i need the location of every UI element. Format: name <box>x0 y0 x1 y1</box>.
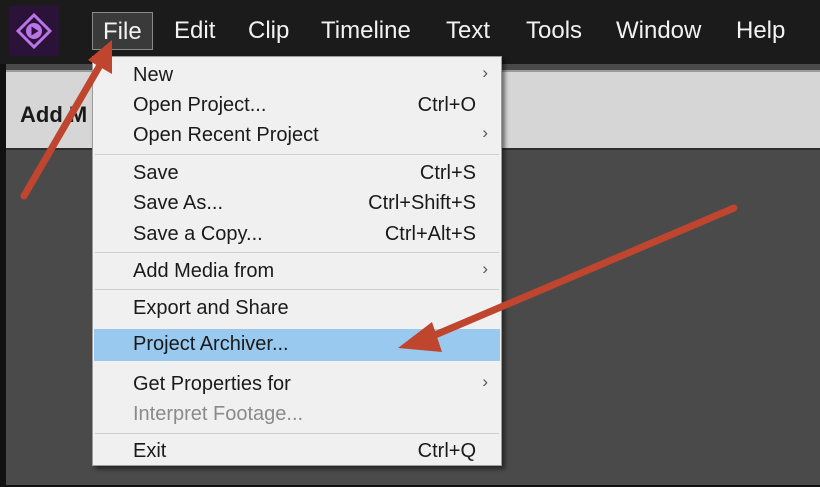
submenu-arrow-icon: › <box>482 123 488 142</box>
submenu-arrow-icon: › <box>482 372 488 391</box>
submenu-arrow-icon: › <box>482 63 488 82</box>
menu-help[interactable]: Help <box>726 12 795 50</box>
menu-item-get-properties-for[interactable]: Get Properties for › <box>94 369 500 399</box>
file-menu-dropdown: New › Open Project... Ctrl+O Open Recent… <box>92 56 502 466</box>
menu-item-shortcut: Ctrl+Alt+S <box>384 223 476 245</box>
menu-item-label: Save As... <box>133 192 224 214</box>
menu-item-label: Save a Copy... <box>133 223 263 245</box>
menu-item-export-and-share[interactable]: Export and Share <box>94 293 500 323</box>
menu-item-new[interactable]: New › <box>94 60 500 90</box>
panel-title: Add M <box>20 102 88 127</box>
menu-separator <box>95 433 499 434</box>
menu-item-label: Open Project... <box>133 94 267 116</box>
menu-item-label: Exit <box>133 440 167 462</box>
menu-item-label: Interpret Footage... <box>133 403 304 425</box>
menu-separator <box>95 289 499 290</box>
menu-item-label: Project Archiver... <box>133 333 289 355</box>
menu-window[interactable]: Window <box>606 12 711 50</box>
menu-item-label: Add Media from <box>133 260 275 282</box>
menu-clip[interactable]: Clip <box>238 12 299 50</box>
menu-item-shortcut: Ctrl+Shift+S <box>368 192 476 214</box>
menu-item-label: Export and Share <box>133 297 289 319</box>
menu-item-save-a-copy[interactable]: Save a Copy... Ctrl+Alt+S <box>94 219 500 249</box>
menu-edit[interactable]: Edit <box>164 12 225 50</box>
menu-item-open-project[interactable]: Open Project... Ctrl+O <box>94 90 500 120</box>
menu-item-shortcut: Ctrl+Q <box>417 440 476 462</box>
menu-item-open-recent-project[interactable]: Open Recent Project › <box>94 120 500 150</box>
menu-item-save[interactable]: Save Ctrl+S <box>94 158 500 188</box>
menu-item-project-archiver[interactable]: Project Archiver... <box>94 329 500 361</box>
menu-item-save-as[interactable]: Save As... Ctrl+Shift+S <box>94 188 500 218</box>
submenu-arrow-icon: › <box>482 259 488 278</box>
menu-item-interpret-footage: Interpret Footage... <box>94 399 500 429</box>
premiere-elements-logo-icon[interactable] <box>9 6 59 56</box>
menu-text[interactable]: Text <box>436 12 500 50</box>
menu-item-label: New <box>133 64 174 86</box>
menu-item-label: Open Recent Project <box>133 124 319 146</box>
menu-item-exit[interactable]: Exit Ctrl+Q <box>94 436 500 466</box>
menu-timeline[interactable]: Timeline <box>311 12 421 50</box>
menu-item-label: Get Properties for <box>133 373 291 395</box>
menu-item-shortcut: Ctrl+S <box>419 162 476 184</box>
menu-separator <box>95 154 499 155</box>
menu-item-shortcut: Ctrl+O <box>417 94 476 116</box>
menu-item-add-media-from[interactable]: Add Media from › <box>94 256 500 286</box>
menu-separator <box>95 252 499 253</box>
menu-tools[interactable]: Tools <box>516 12 592 50</box>
menu-bar: File Edit Clip Timeline Text Tools Windo… <box>0 0 820 64</box>
menu-item-label: Save <box>133 162 179 184</box>
menu-file[interactable]: File <box>92 12 153 50</box>
